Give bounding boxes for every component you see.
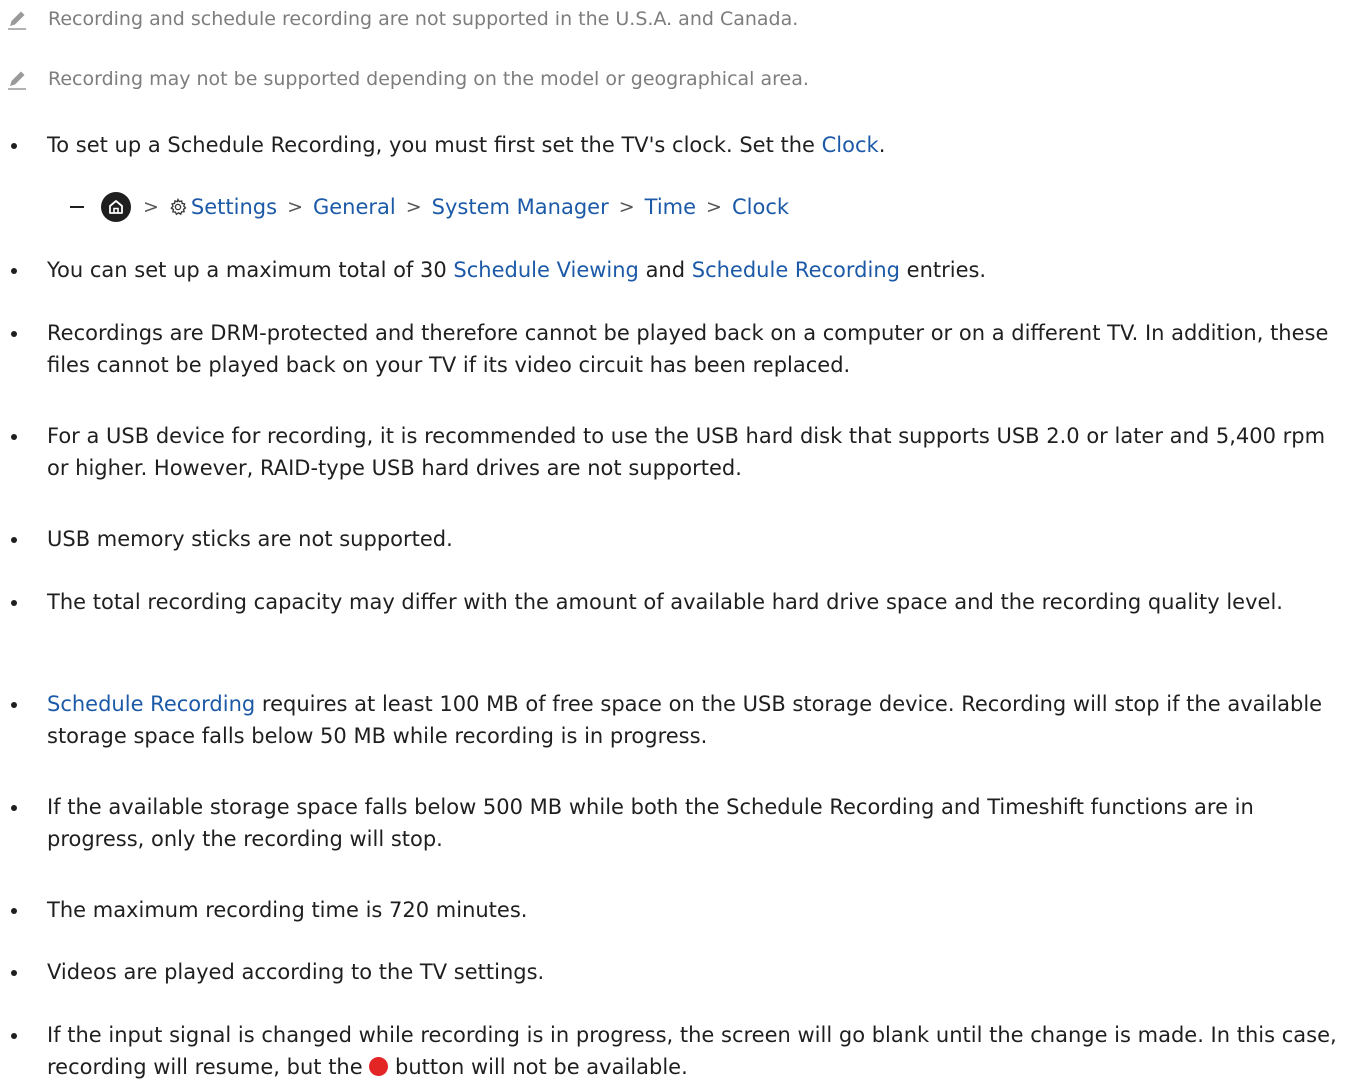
bullet-icon xyxy=(11,702,17,708)
clock-path-link[interactable]: Clock xyxy=(732,195,789,219)
general-link[interactable]: General xyxy=(313,195,396,219)
list-item-text: The total recording capacity may differ … xyxy=(47,590,1283,614)
schedule-viewing-link[interactable]: Schedule Viewing xyxy=(453,258,638,282)
bullet-icon xyxy=(11,600,17,606)
pencil-icon xyxy=(6,68,34,90)
note-1: Recording and schedule recording are not… xyxy=(0,8,798,30)
list-item-text: You can set up a maximum total of 30 Sch… xyxy=(47,258,987,282)
bullet-icon xyxy=(11,268,17,274)
list-item-text: Schedule Recording requires at least 100… xyxy=(47,692,1323,748)
bullet-icon xyxy=(11,1033,17,1039)
list-item-text: To set up a Schedule Recording, you must… xyxy=(47,133,886,157)
record-button-icon xyxy=(369,1057,389,1076)
system-manager-link[interactable]: System Manager xyxy=(432,195,609,219)
list-item-text: If the available storage space falls bel… xyxy=(47,795,1254,851)
settings-path: > Settings > General > System Manager > … xyxy=(70,192,789,222)
pencil-icon xyxy=(6,8,34,30)
home-icon[interactable] xyxy=(101,192,131,222)
settings-link[interactable]: Settings xyxy=(191,195,277,219)
chevron-right-icon: > xyxy=(618,196,635,218)
bullet-icon xyxy=(11,331,17,337)
bullet-icon xyxy=(11,434,17,440)
time-link[interactable]: Time xyxy=(645,195,696,219)
list-item-text: Recordings are DRM-protected and therefo… xyxy=(47,321,1329,377)
chevron-right-icon: > xyxy=(405,196,422,218)
clock-link[interactable]: Clock xyxy=(822,133,879,157)
list-item-text: Videos are played according to the TV se… xyxy=(47,960,545,984)
bullet-icon xyxy=(11,805,17,811)
note-2: Recording may not be supported depending… xyxy=(0,68,809,90)
list-item-text: The maximum recording time is 720 minute… xyxy=(47,898,528,922)
note-1-text: Recording and schedule recording are not… xyxy=(48,8,799,30)
chevron-right-icon: > xyxy=(287,196,303,218)
schedule-recording-link[interactable]: Schedule Recording xyxy=(47,692,255,716)
schedule-recording-link[interactable]: Schedule Recording xyxy=(692,258,900,282)
bullet-icon xyxy=(11,537,17,543)
bullet-icon xyxy=(11,970,17,976)
bullet-icon xyxy=(11,908,17,914)
list-item-text: If the input signal is changed while rec… xyxy=(47,1023,1337,1079)
note-2-text: Recording may not be supported depending… xyxy=(48,68,809,90)
list-item-text: For a USB device for recording, it is re… xyxy=(47,424,1326,480)
bullet-icon xyxy=(11,143,17,149)
dash-icon xyxy=(70,206,84,208)
chevron-right-icon: > xyxy=(706,196,722,218)
list-item-text: USB memory sticks are not supported. xyxy=(47,527,453,551)
gear-icon xyxy=(169,198,187,216)
chevron-right-icon: > xyxy=(143,196,159,218)
